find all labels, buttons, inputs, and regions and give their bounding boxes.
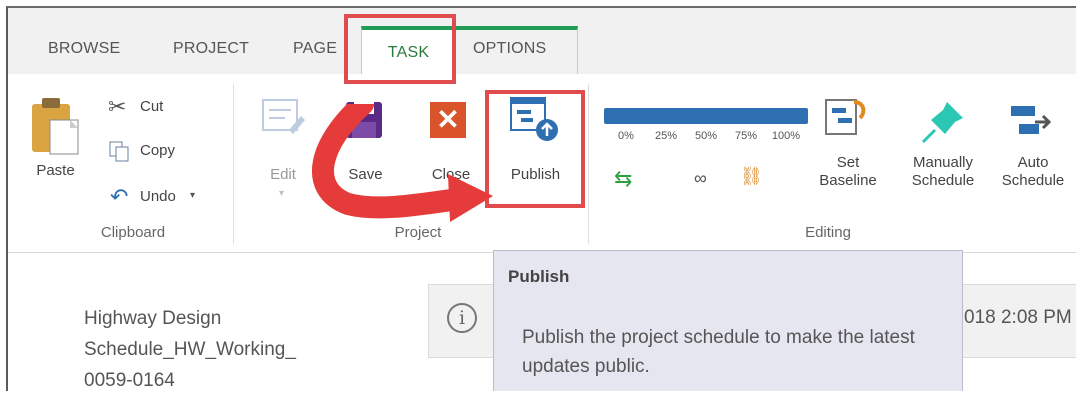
percent-label: 100%	[771, 130, 801, 142]
percent-complete-25[interactable]	[644, 108, 688, 124]
publish-tooltip: Publish Publish the project schedule to …	[493, 250, 963, 391]
auto-schedule-icon	[1011, 106, 1052, 134]
paste-label: Paste	[36, 162, 75, 179]
group-separator	[233, 84, 234, 244]
outdent-button[interactable]: ⇆	[604, 162, 674, 198]
percent-complete-0[interactable]	[604, 108, 648, 124]
task-tab-highlight	[344, 14, 456, 84]
cut-label: Cut	[140, 98, 164, 115]
percent-complete-100[interactable]	[764, 108, 808, 124]
unlink-icon: ⛓	[740, 166, 763, 186]
progress-bar-icon	[604, 108, 648, 124]
chevron-down-icon: ▾	[279, 188, 285, 199]
undo-button[interactable]: ↶ Undo ▾	[108, 184, 218, 214]
callout-arrow-icon	[312, 104, 493, 222]
scissors-icon: ✂	[108, 94, 127, 119]
tab-page[interactable]: PAGE	[293, 40, 337, 58]
chevron-down-icon: ▾	[190, 190, 196, 201]
app-window: BROWSE PROJECT PAGE TASK OPTIONS Paste ✂…	[6, 6, 1076, 391]
link-tasks-button[interactable]: ∞	[688, 162, 724, 198]
project-name-line: 0059-0164	[84, 370, 175, 391]
left-right-arrows-icon: ⇆	[614, 166, 633, 191]
percent-complete-50[interactable]	[684, 108, 728, 124]
project-name-line: Schedule_HW_Working_	[84, 339, 296, 360]
baseline-icon	[825, 99, 866, 135]
project-name: Highway Design Schedule_HW_Working_ 0059…	[84, 303, 384, 391]
progress-bar-icon	[644, 108, 688, 124]
copy-button[interactable]: Copy	[108, 138, 208, 168]
undo-icon: ↶	[110, 184, 129, 209]
progress-bar-icon	[684, 108, 728, 124]
project-name-line: Highway Design	[84, 308, 222, 329]
set-baseline-label: Set Baseline	[819, 154, 877, 189]
tooltip-body: Publish the project schedule to make the…	[522, 327, 915, 377]
auto-schedule-button[interactable]: Auto Schedule	[993, 96, 1073, 206]
ribbon-tab-bar: BROWSE PROJECT PAGE TASK OPTIONS	[8, 8, 1076, 75]
pushpin-icon	[921, 102, 963, 144]
percent-label: 75%	[734, 130, 758, 142]
cut-button[interactable]: ✂ Cut	[108, 94, 198, 124]
edit-button[interactable]: Edit ▾	[253, 96, 313, 206]
manually-schedule-label: Manually Schedule	[911, 154, 975, 189]
tab-options-accent	[456, 26, 578, 74]
undo-label: Undo	[140, 188, 176, 205]
progress-bar-icon	[724, 108, 768, 124]
percent-label: 0%	[618, 130, 634, 142]
edit-label: Edit	[270, 166, 296, 183]
group-label-clipboard: Clipboard	[100, 224, 166, 241]
copy-label: Copy	[140, 142, 176, 159]
set-baseline-button[interactable]: Set Baseline	[808, 96, 888, 206]
clipboard-icon	[32, 98, 79, 155]
info-icon: i	[447, 303, 477, 333]
unlink-tasks-button[interactable]: ⛓	[734, 162, 770, 198]
percent-label: 25%	[654, 130, 678, 142]
link-icon: ∞	[694, 168, 707, 188]
percent-complete-75[interactable]	[724, 108, 768, 124]
paste-button[interactable]: Paste	[28, 98, 88, 198]
tab-project[interactable]: PROJECT	[173, 40, 249, 58]
group-label-editing: Editing	[805, 224, 851, 241]
auto-schedule-label: Auto Schedule	[1001, 154, 1065, 189]
progress-bar-icon	[764, 108, 808, 124]
edit-icon	[262, 99, 305, 134]
tab-browse[interactable]: BROWSE	[48, 40, 120, 58]
group-separator	[588, 84, 589, 244]
copy-icon	[109, 141, 129, 162]
manually-schedule-button[interactable]: Manually Schedule	[903, 96, 983, 206]
info-timestamp: 018 2:08 PM	[964, 307, 1072, 328]
percent-label: 50%	[694, 130, 718, 142]
